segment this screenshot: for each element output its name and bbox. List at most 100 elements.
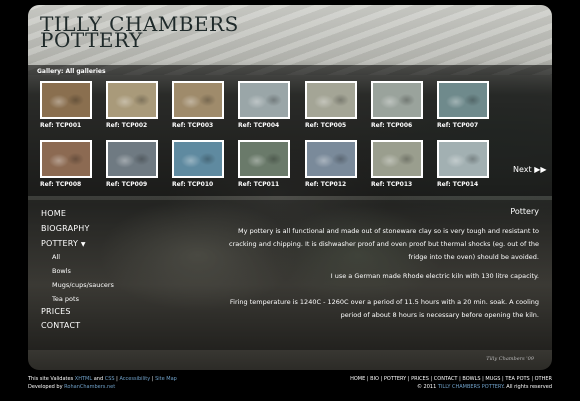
gallery-thumb[interactable] <box>238 140 290 178</box>
content-line: fridge into the oven) should be avoided. <box>408 253 539 261</box>
footer-text: and <box>93 376 104 382</box>
footer-nav-link[interactable]: BIO <box>370 376 379 382</box>
gallery-thumb[interactable] <box>106 81 158 119</box>
signature: Tilly Chambers '09 <box>486 356 534 362</box>
content-line: cracking and chipping. It is dishwasher … <box>229 240 539 248</box>
footer-separator: | <box>151 376 154 382</box>
thumb-ref: Ref: TCP005 <box>305 122 347 129</box>
double-chevron-right-icon: ▶▶ <box>534 165 547 174</box>
footer-nav-link[interactable]: OTHER <box>535 376 552 382</box>
footer-nav-link[interactable]: PRICES <box>411 376 429 382</box>
chevron-down-icon: ▼ <box>80 241 86 248</box>
thumb-ref: Ref: TCP007 <box>437 122 479 129</box>
thumb-image <box>439 83 487 117</box>
footer-nav-link[interactable]: HOME <box>350 376 365 382</box>
copyright-text: . All rights reserved <box>503 384 552 390</box>
footer-nav-link[interactable]: POTTERY <box>384 376 406 382</box>
content-paragraph: Firing temperature is 1240C - 1260C over… <box>199 296 539 322</box>
gallery-thumb[interactable] <box>371 140 423 178</box>
thumb-image <box>307 83 355 117</box>
gallery-thumb[interactable] <box>305 81 357 119</box>
footer-text: This site Validates <box>28 376 74 382</box>
thumb-ref: Ref: TCP011 <box>238 181 280 188</box>
content-paragraph: I use a German made Rhode electric kiln … <box>199 270 539 283</box>
footer-nav: HOME | BIO | POTTERY | PRICES | CONTACT … <box>350 375 552 383</box>
footer-separator: | <box>116 376 118 382</box>
site-logo-line2[interactable]: POTTERY <box>40 30 143 50</box>
thumb-ref: Ref: TCP006 <box>371 122 413 129</box>
thumb-image <box>42 83 90 117</box>
thumb-image <box>42 142 90 176</box>
nav-home[interactable]: HOME <box>41 209 66 218</box>
thumb-ref: Ref: TCP009 <box>106 181 148 188</box>
content-title: Pottery <box>510 207 539 216</box>
footer-left: This site Validates XHTML and CSS | Acce… <box>28 375 177 391</box>
sitemap-link[interactable]: Site Map <box>155 376 177 382</box>
nav-sub-bowls[interactable]: Bowls <box>52 267 71 275</box>
copyright-line: © 2011 TILLY CHAMBERS POTTERY. All right… <box>350 383 552 391</box>
gallery-thumb[interactable] <box>238 81 290 119</box>
thumb-ref: Ref: TCP012 <box>305 181 347 188</box>
content-line: My pottery is all functional and made ou… <box>238 227 539 235</box>
gallery-thumb[interactable] <box>172 81 224 119</box>
thumb-image <box>373 142 421 176</box>
css-link[interactable]: CSS <box>105 376 115 382</box>
gallery-thumb[interactable] <box>437 140 489 178</box>
footer-developer-line: Developed by RohanChambers.net <box>28 383 177 391</box>
gallery-thumb[interactable] <box>40 81 92 119</box>
footer-validation-line: This site Validates XHTML and CSS | Acce… <box>28 375 177 383</box>
content-line: period of about 8 hours is necessary bef… <box>340 311 539 319</box>
gallery-thumb[interactable] <box>172 140 224 178</box>
footer-nav-link[interactable]: CONTACT <box>434 376 458 382</box>
gallery-thumb[interactable] <box>371 81 423 119</box>
nav-prices[interactable]: PRICES <box>41 307 71 316</box>
content-panel: HOME BIOGRAPHY POTTERY ▼ All Bowls Mugs/… <box>28 200 552 350</box>
next-label: Next <box>513 165 532 174</box>
next-button[interactable]: Next ▶▶ <box>513 165 547 174</box>
thumb-ref: Ref: TCP013 <box>371 181 413 188</box>
content-line: Firing temperature is 1240C - 1260C over… <box>229 298 539 306</box>
thumb-image <box>307 142 355 176</box>
nav-biography[interactable]: BIOGRAPHY <box>41 224 90 233</box>
gallery-label: Gallery: All galleries <box>37 68 106 75</box>
xhtml-link[interactable]: XHTML <box>75 376 92 382</box>
footer-right: HOME | BIO | POTTERY | PRICES | CONTACT … <box>350 375 552 391</box>
page-frame: TILLY CHAMBERS POTTERY Gallery: All gall… <box>28 5 552 370</box>
nav-contact[interactable]: CONTACT <box>41 321 80 330</box>
nav-pottery[interactable]: POTTERY ▼ <box>41 239 86 248</box>
footer-nav-link[interactable]: BOWLS <box>462 376 480 382</box>
thumb-image <box>174 83 222 117</box>
nav-pottery-label: POTTERY <box>41 239 79 248</box>
thumb-image <box>439 142 487 176</box>
gallery-thumb[interactable] <box>437 81 489 119</box>
developer-link[interactable]: RohanChambers.net <box>64 384 115 390</box>
thumb-image <box>108 142 156 176</box>
gallery-thumb[interactable] <box>106 140 158 178</box>
thumb-ref: Ref: TCP014 <box>437 181 479 188</box>
footer-nav-link[interactable]: MUGS <box>485 376 500 382</box>
thumb-image <box>108 83 156 117</box>
gallery-panel: Gallery: All galleries Ref: TCP001 Ref: … <box>28 65 552 196</box>
thumb-image <box>373 83 421 117</box>
copyright-brand-link[interactable]: TILLY CHAMBERS POTTERY <box>438 384 503 390</box>
nav-sub-all[interactable]: All <box>52 253 60 261</box>
thumb-ref: Ref: TCP003 <box>172 122 214 129</box>
thumb-ref: Ref: TCP010 <box>172 181 214 188</box>
thumb-ref: Ref: TCP001 <box>40 122 82 129</box>
nav-sub-teapots[interactable]: Tea pots <box>52 295 79 303</box>
copyright-text: © 2011 <box>416 384 437 390</box>
gallery-thumb[interactable] <box>305 140 357 178</box>
nav-sub-mugs[interactable]: Mugs/cups/saucers <box>52 281 114 289</box>
thumb-ref: Ref: TCP008 <box>40 181 82 188</box>
thumb-image <box>174 142 222 176</box>
content-paragraph: My pottery is all functional and made ou… <box>199 225 539 264</box>
thumb-ref: Ref: TCP004 <box>238 122 280 129</box>
footer-nav-link[interactable]: TEA POTS <box>505 376 529 382</box>
footer-text: Developed by <box>28 384 63 390</box>
gallery-thumb[interactable] <box>40 140 92 178</box>
thumb-image <box>240 83 288 117</box>
thumb-image <box>240 142 288 176</box>
content-line: I use a German made Rhode electric kiln … <box>330 272 539 280</box>
thumb-ref: Ref: TCP002 <box>106 122 148 129</box>
accessibility-link[interactable]: Accessibility <box>119 376 150 382</box>
